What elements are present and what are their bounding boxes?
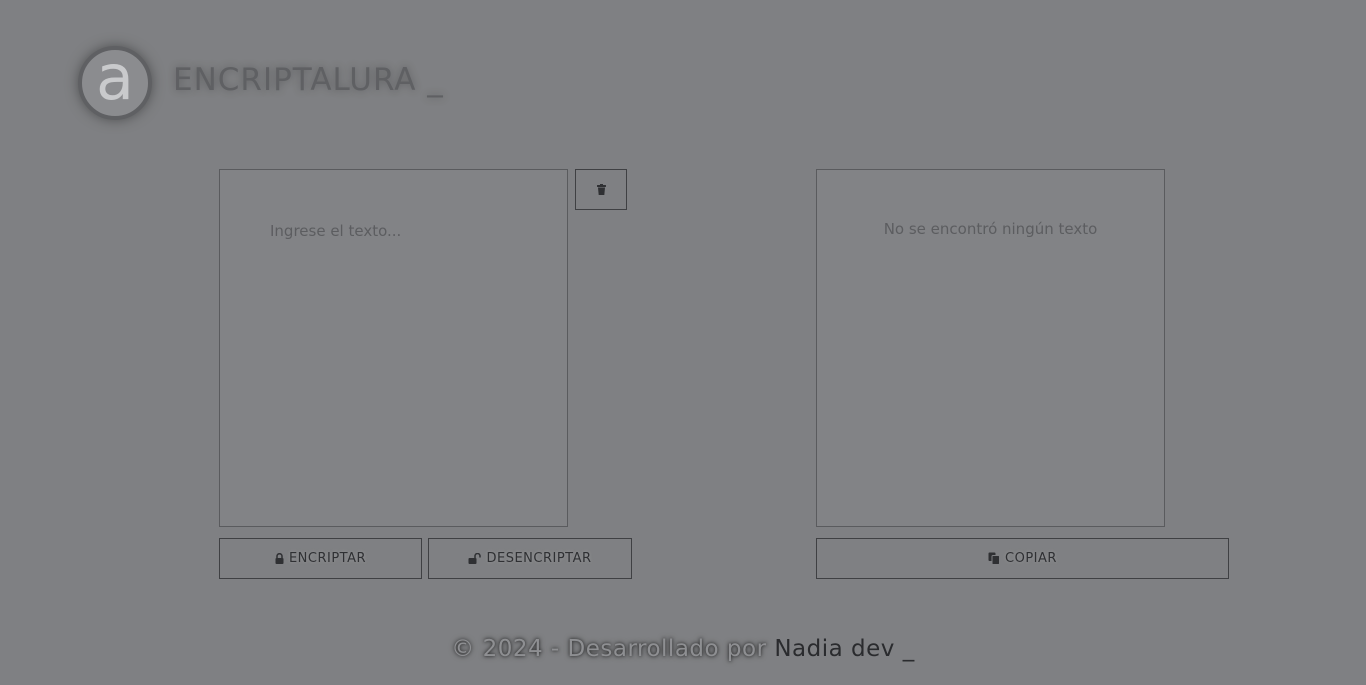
text-input[interactable] — [268, 220, 552, 504]
clear-button[interactable] — [575, 169, 627, 210]
copy-icon — [988, 552, 1001, 565]
copy-button[interactable]: COPIAR — [816, 538, 1229, 579]
logo-letter: a — [96, 41, 134, 114]
input-panel — [219, 169, 568, 527]
copy-button-label: COPIAR — [1005, 551, 1057, 566]
encrypt-button-label: ENCRIPTAR — [288, 551, 367, 566]
trash-icon — [596, 184, 606, 195]
logo: a — [78, 46, 152, 120]
brand-title: ENCRIPTALURA _ — [173, 62, 444, 98]
encrypt-button[interactable]: ENCRIPTAR — [219, 538, 422, 579]
decrypt-button[interactable]: DESENCRIPTAR — [428, 538, 632, 579]
lock-icon — [275, 553, 284, 564]
page: a ENCRIPTALURA _ No se encontró ningún t… — [0, 0, 1366, 685]
unlock-icon — [468, 553, 482, 564]
output-empty-message: No se encontró ningún texto — [883, 220, 1098, 238]
decrypt-button-label: DESENCRIPTAR — [486, 551, 592, 566]
footer-author-link[interactable]: Nadia dev _ — [774, 636, 914, 662]
footer-text: © 2024 - Desarrollado por — [451, 636, 767, 662]
footer: © 2024 - Desarrollado por Nadia dev _ — [0, 636, 1366, 662]
output-panel: No se encontró ningún texto — [816, 169, 1165, 527]
